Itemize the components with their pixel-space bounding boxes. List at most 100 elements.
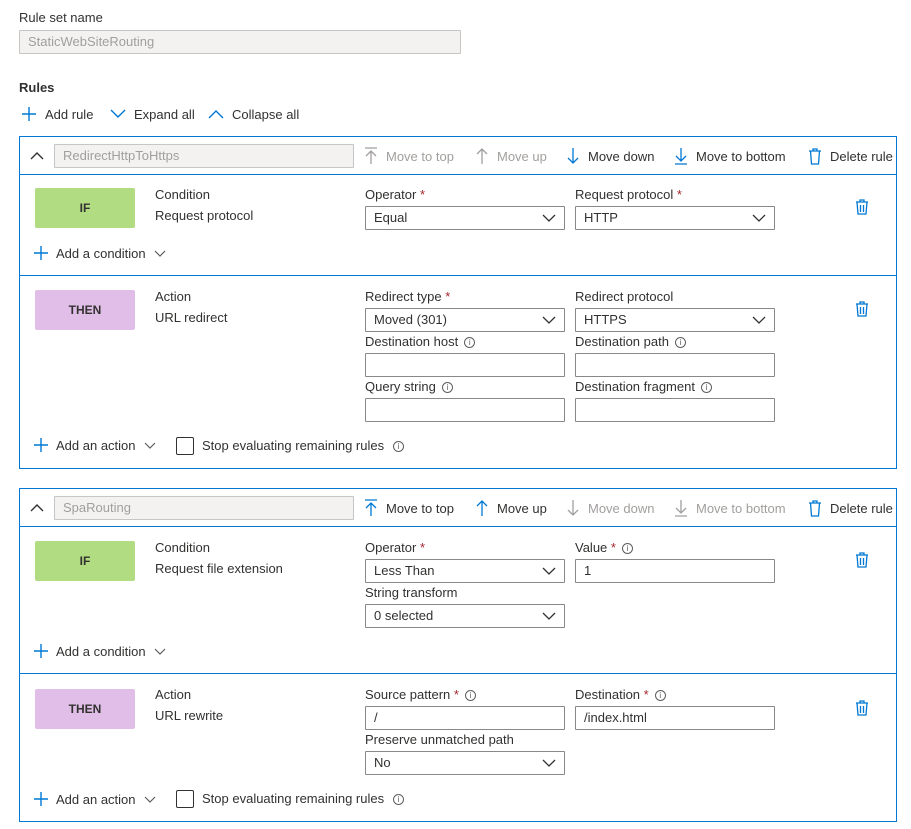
- destination-fragment-input[interactable]: [575, 398, 775, 422]
- operator-select[interactable]: Less Than: [365, 559, 565, 583]
- delete-rule-label: Delete rule: [830, 148, 893, 164]
- move-down-button[interactable]: Move down: [566, 137, 654, 175]
- chevron-up-icon: [208, 110, 224, 119]
- plus-icon: [34, 792, 48, 806]
- move-to-bottom-label: Move to bottom: [696, 148, 786, 164]
- move-to-top-label: Move to top: [386, 500, 454, 516]
- info-icon[interactable]: i: [464, 690, 476, 701]
- redirect-type-value: Moved (301): [374, 312, 447, 327]
- value-label-text: Value: [575, 540, 608, 555]
- string-transform-select[interactable]: 0 selected: [365, 604, 565, 628]
- stop-evaluating-label: Stop evaluating remaining rules i: [202, 791, 405, 806]
- condition-label: Condition: [155, 540, 210, 555]
- preserve-unmatched-path-select[interactable]: No: [365, 751, 565, 775]
- plus-icon: [34, 438, 48, 452]
- chevron-down-icon: [144, 442, 155, 449]
- redirect-type-label: Redirect type *: [365, 289, 450, 304]
- arrow-up-icon: [476, 148, 488, 164]
- operator-label-text: Operator: [365, 540, 417, 555]
- stop-evaluating-label: Stop evaluating remaining rules i: [202, 438, 405, 453]
- redirect-protocol-label: Redirect protocol: [575, 289, 674, 304]
- info-icon[interactable]: i: [464, 337, 476, 348]
- collapse-all-button[interactable]: Collapse all: [208, 104, 299, 124]
- chevron-down-icon: [154, 648, 166, 655]
- move-to-bottom-icon: [675, 500, 687, 517]
- add-condition-button[interactable]: Add a condition: [34, 641, 166, 661]
- add-condition-button[interactable]: Add a condition: [34, 243, 166, 263]
- add-rule-label: Add rule: [45, 106, 94, 122]
- stop-evaluating-checkbox[interactable]: [176, 437, 194, 455]
- stop-evaluating-checkbox[interactable]: [176, 790, 194, 808]
- destination-label: Destination * i: [575, 687, 666, 702]
- plus-icon: [22, 107, 36, 121]
- value-input[interactable]: 1: [575, 559, 775, 583]
- chevron-up-icon[interactable]: [30, 501, 44, 515]
- delete-action-icon[interactable]: [855, 301, 869, 317]
- info-icon[interactable]: i: [674, 337, 686, 348]
- value-label: Value * i: [575, 540, 633, 555]
- destination-fragment-label: Destination fragment i: [575, 379, 712, 394]
- destination-path-input[interactable]: [575, 353, 775, 377]
- trash-icon: [809, 500, 821, 517]
- required-marker: *: [610, 540, 616, 555]
- destination-host-input[interactable]: [365, 353, 565, 377]
- destination-label-text: Destination: [575, 687, 641, 702]
- source-pattern-input[interactable]: /: [365, 706, 565, 730]
- divider: [20, 526, 896, 527]
- stop-evaluating-text: Stop evaluating remaining rules: [202, 791, 385, 806]
- move-up-button[interactable]: Move up: [475, 489, 547, 527]
- chevron-down-icon: [752, 214, 766, 222]
- move-to-bottom-button[interactable]: Move to bottom: [674, 137, 786, 175]
- request-protocol-select[interactable]: HTTP: [575, 206, 775, 230]
- arrow-up-icon: [476, 500, 488, 516]
- delete-condition-icon[interactable]: [855, 199, 869, 215]
- chevron-down-icon: [752, 316, 766, 324]
- add-action-button[interactable]: Add an action: [34, 435, 156, 455]
- query-string-input[interactable]: [365, 398, 565, 422]
- destination-input[interactable]: /index.html: [575, 706, 775, 730]
- add-condition-label: Add a condition: [56, 245, 146, 261]
- move-down-button: Move down: [566, 489, 654, 527]
- required-marker: *: [445, 289, 451, 304]
- move-to-bottom-icon: [675, 148, 687, 165]
- string-transform-label: String transform: [365, 585, 458, 600]
- operator-label: Operator *: [365, 187, 425, 202]
- add-rule-button[interactable]: Add rule: [21, 104, 93, 124]
- info-icon[interactable]: i: [441, 382, 453, 393]
- add-action-button[interactable]: Add an action: [34, 789, 156, 809]
- required-marker: *: [419, 187, 425, 202]
- plus-icon: [34, 246, 48, 260]
- info-icon[interactable]: i: [393, 794, 405, 805]
- operator-select[interactable]: Equal: [365, 206, 565, 230]
- delete-condition-icon[interactable]: [855, 552, 869, 568]
- chevron-up-icon[interactable]: [30, 149, 44, 163]
- move-up-label: Move up: [497, 500, 547, 516]
- expand-all-button[interactable]: Expand all: [110, 104, 195, 124]
- move-to-bottom-button: Move to bottom: [674, 489, 786, 527]
- delete-rule-button[interactable]: Delete rule: [808, 489, 893, 527]
- rule-card-redirect: RedirectHttpToHttps Move to top Move up …: [19, 136, 897, 469]
- info-icon[interactable]: i: [654, 690, 666, 701]
- info-icon[interactable]: i: [700, 382, 712, 393]
- arrow-down-icon: [567, 500, 579, 516]
- redirect-protocol-select[interactable]: HTTPS: [575, 308, 775, 332]
- delete-action-icon[interactable]: [855, 700, 869, 716]
- rule-card-spa-routing: SpaRouting Move to top Move up Move down…: [19, 488, 897, 822]
- redirect-type-select[interactable]: Moved (301): [365, 308, 565, 332]
- chevron-down-icon: [144, 796, 155, 803]
- required-marker: *: [643, 687, 649, 702]
- delete-rule-button[interactable]: Delete rule: [808, 137, 893, 175]
- divider: [20, 275, 896, 276]
- destination-fragment-label-text: Destination fragment: [575, 379, 695, 394]
- move-to-top-button: Move to top: [364, 137, 454, 175]
- info-icon[interactable]: i: [393, 441, 405, 452]
- operator-label: Operator *: [365, 540, 425, 555]
- info-icon[interactable]: i: [621, 543, 633, 554]
- redirect-protocol-value: HTTPS: [584, 312, 627, 327]
- rule-name-input: RedirectHttpToHttps: [54, 144, 354, 168]
- destination-path-label: Destination path i: [575, 334, 686, 349]
- move-to-top-button[interactable]: Move to top: [364, 489, 454, 527]
- request-protocol-select-value: HTTP: [584, 210, 618, 225]
- plus-icon: [34, 644, 48, 658]
- move-up-button: Move up: [475, 137, 547, 175]
